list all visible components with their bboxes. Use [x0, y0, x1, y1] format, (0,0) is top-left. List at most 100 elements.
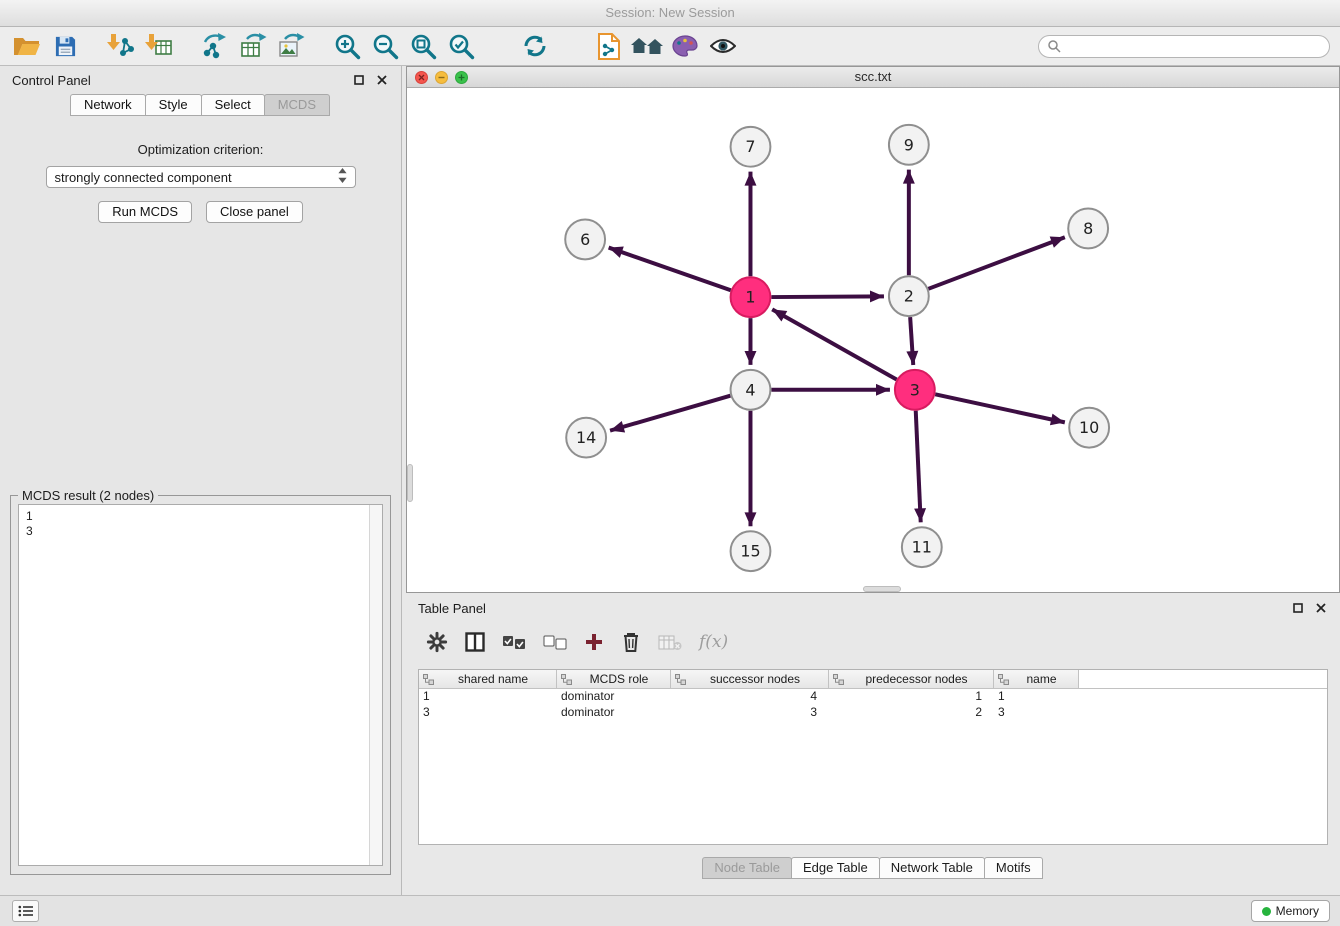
save-session-button[interactable] [46, 29, 84, 63]
graph-node-7[interactable]: 7 [731, 127, 771, 167]
import-network-button[interactable] [102, 29, 140, 63]
close-window-button[interactable] [415, 71, 428, 84]
table-cell: 3 [419, 705, 557, 721]
zoom-in-button[interactable] [328, 29, 366, 63]
graph-edge-1-2[interactable] [771, 296, 884, 297]
export-table-icon [239, 33, 267, 59]
criterion-dropdown[interactable]: strongly connected component [46, 166, 356, 188]
svg-text:1: 1 [745, 288, 755, 307]
close-mcds-panel-button[interactable]: Close panel [206, 201, 303, 223]
tab-network-table[interactable]: Network Table [879, 857, 985, 879]
search-input[interactable] [1066, 40, 1320, 54]
graph-node-6[interactable]: 6 [565, 219, 605, 259]
graph-node-4[interactable]: 4 [731, 370, 771, 410]
tab-style[interactable]: Style [145, 94, 202, 116]
import-table-icon [145, 33, 173, 59]
float-table-panel-button[interactable] [1291, 601, 1305, 615]
graph-edge-3-10[interactable] [935, 394, 1065, 422]
zoom-fit-button[interactable] [404, 29, 442, 63]
table-row[interactable]: 1dominator411 [419, 689, 1327, 705]
memory-button[interactable]: Memory [1251, 900, 1330, 922]
graph-node-14[interactable]: 14 [566, 418, 606, 458]
function-builder-button[interactable]: f(x) [699, 632, 728, 652]
graph-edge-3-1[interactable] [772, 309, 896, 379]
column-tree-icon [675, 674, 686, 685]
refresh-button[interactable] [516, 29, 554, 63]
table-cell: 1 [419, 689, 557, 705]
deselect-all-button[interactable] [543, 635, 567, 650]
graph-edge-2-3[interactable] [910, 317, 913, 365]
mcds-result-box: MCDS result (2 nodes) 13 [10, 495, 391, 875]
style-button[interactable] [666, 29, 704, 63]
export-table-button[interactable] [234, 29, 272, 63]
graph-node-1[interactable]: 1 [731, 277, 771, 317]
delete-table-button[interactable] [658, 633, 682, 651]
home-button[interactable] [628, 29, 666, 63]
svg-text:3: 3 [910, 380, 920, 399]
export-image-icon [277, 33, 305, 59]
graph-node-10[interactable]: 10 [1069, 408, 1109, 448]
graph-edge-2-8[interactable] [928, 237, 1064, 289]
select-all-button[interactable] [502, 635, 526, 650]
minimize-window-button[interactable] [435, 71, 448, 84]
column-tree-icon [833, 674, 844, 685]
close-icon [1316, 603, 1326, 613]
zoom-in-icon [334, 33, 361, 60]
graph-node-8[interactable]: 8 [1068, 209, 1108, 249]
mcds-result-list[interactable]: 13 [18, 504, 383, 866]
zoom-selected-button[interactable] [442, 29, 480, 63]
graph-edge-3-11[interactable] [916, 411, 921, 523]
delete-table-icon [658, 633, 682, 651]
float-panel-button[interactable] [352, 73, 366, 87]
search-field[interactable] [1038, 35, 1330, 58]
graph-edge-4-14[interactable] [610, 396, 730, 431]
add-column-button[interactable] [584, 632, 604, 652]
column-header[interactable]: MCDS role [557, 670, 671, 688]
network-canvas[interactable]: 1 2 3 4 6 7 8 9 10 11 14 15 [407, 88, 1339, 592]
graph-node-15[interactable]: 15 [731, 531, 771, 571]
graph-node-11[interactable]: 11 [902, 527, 942, 567]
show-hide-button[interactable] [704, 29, 742, 63]
open-network-file-button[interactable] [590, 29, 628, 63]
graph-edge-1-6[interactable] [609, 248, 731, 291]
table-cell: dominator [557, 689, 671, 705]
close-panel-button[interactable] [375, 73, 389, 87]
tab-node-table[interactable]: Node Table [702, 857, 792, 879]
tab-network[interactable]: Network [70, 94, 146, 116]
run-mcds-button[interactable]: Run MCDS [98, 201, 192, 223]
svg-text:15: 15 [740, 542, 760, 561]
eye-icon [710, 37, 736, 55]
column-header[interactable]: predecessor nodes [829, 670, 994, 688]
column-header[interactable]: successor nodes [671, 670, 829, 688]
tab-mcds[interactable]: MCDS [264, 94, 330, 116]
table-cell: 3 [671, 705, 829, 721]
close-table-panel-button[interactable] [1314, 601, 1328, 615]
column-header[interactable]: shared name [419, 670, 557, 688]
vertical-splitter-handle[interactable] [407, 464, 413, 502]
tab-motifs[interactable]: Motifs [984, 857, 1043, 879]
result-scrollbar[interactable] [369, 505, 382, 865]
control-panel-tabs: NetworkStyleSelectMCDS [0, 94, 401, 116]
export-image-button[interactable] [272, 29, 310, 63]
export-network-button[interactable] [196, 29, 234, 63]
column-header[interactable]: name [994, 670, 1079, 688]
zoom-window-button[interactable] [455, 71, 468, 84]
delete-column-button[interactable] [621, 631, 641, 653]
graph-node-2[interactable]: 2 [889, 276, 929, 316]
horizontal-splitter-handle[interactable] [863, 586, 901, 592]
graph-node-3[interactable]: 3 [895, 370, 935, 410]
column-tree-icon [998, 674, 1009, 685]
network-graph[interactable]: 1 2 3 4 6 7 8 9 10 11 14 15 [407, 88, 1339, 592]
import-table-button[interactable] [140, 29, 178, 63]
task-history-button[interactable] [12, 900, 39, 922]
open-session-button[interactable] [8, 29, 46, 63]
zoom-out-button[interactable] [366, 29, 404, 63]
show-columns-button[interactable] [465, 632, 485, 652]
tab-select[interactable]: Select [201, 94, 265, 116]
table-row[interactable]: 3dominator323 [419, 705, 1327, 721]
tab-edge-table[interactable]: Edge Table [791, 857, 880, 879]
graph-node-9[interactable]: 9 [889, 125, 929, 165]
window-title: Session: New Session [0, 0, 1340, 27]
table-settings-button[interactable] [426, 631, 448, 653]
memory-label: Memory [1276, 904, 1319, 918]
